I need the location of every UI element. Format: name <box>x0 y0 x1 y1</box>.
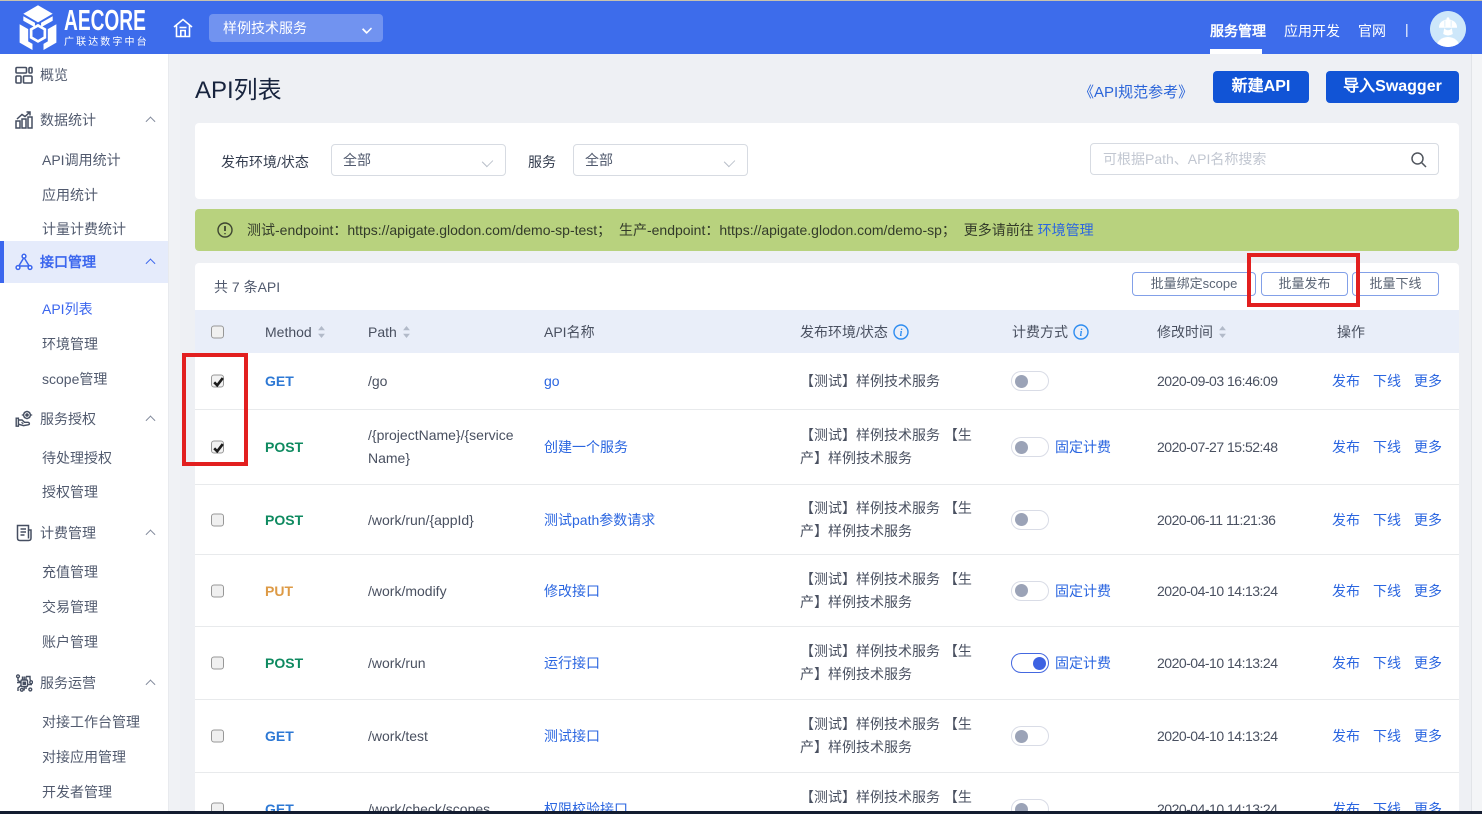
svg-text:i: i <box>900 328 903 339</box>
svg-text:i: i <box>1080 328 1083 339</box>
